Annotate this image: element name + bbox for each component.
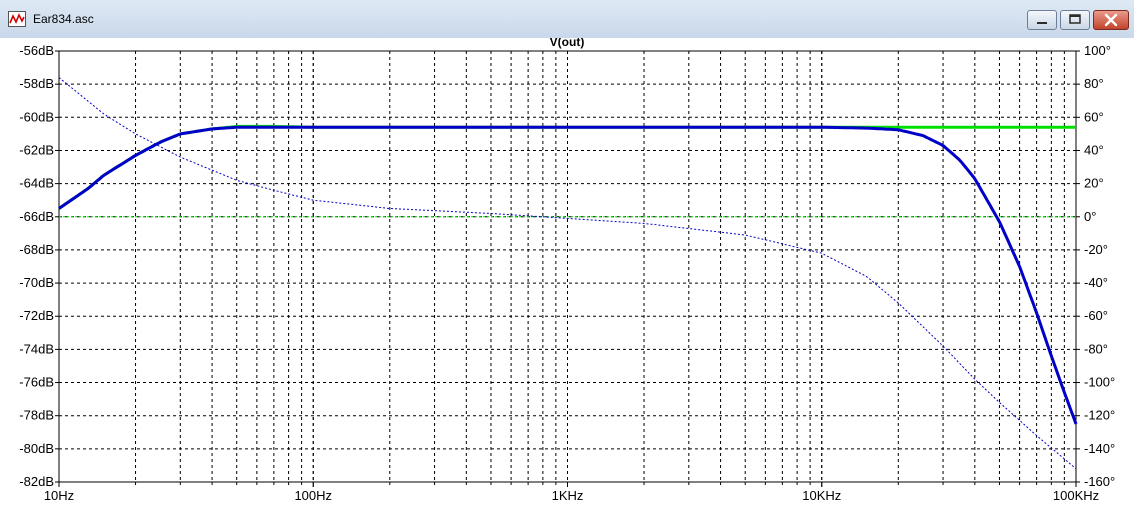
- title-bar[interactable]: Ear834.asc: [0, 0, 1134, 39]
- y-right-tick-label: 20°: [1084, 176, 1104, 191]
- y-left-tick-label: -66dB: [19, 209, 54, 224]
- y-right-tick-label: -140°: [1084, 441, 1115, 456]
- y-right-tick-label: -120°: [1084, 408, 1115, 423]
- restore-icon: [1069, 14, 1081, 24]
- x-tick-label: 10Hz: [44, 488, 74, 503]
- y-left-tick-label: -80dB: [19, 441, 54, 456]
- y-right-tick-label: 100°: [1084, 43, 1111, 58]
- y-left-tick-label: -72dB: [19, 308, 54, 323]
- plot-pane[interactable]: -56dB 100° -58dB 80° -60dB 60° -62dB 40° -64dB 20…: [0, 38, 1134, 518]
- y-right-tick-label: -160°: [1084, 474, 1115, 489]
- minimize-button[interactable]: [1027, 10, 1057, 30]
- y-left-tick-label: -82dB: [19, 474, 54, 489]
- y-right-tick-label: -100°: [1084, 375, 1115, 390]
- chart-title[interactable]: V(out): [550, 38, 585, 49]
- restore-button[interactable]: [1060, 10, 1090, 30]
- waveform-icon: [8, 11, 26, 27]
- y-left-tick-label: -60dB: [19, 109, 54, 124]
- y-left-tick-label: -70dB: [19, 275, 54, 290]
- y-right-tick-label: 80°: [1084, 76, 1104, 91]
- y-right-tick-label: 40°: [1084, 142, 1104, 157]
- y-left-tick-label: -56dB: [19, 43, 54, 58]
- minimize-icon: [1037, 22, 1047, 24]
- y-right-tick-label: -40°: [1084, 275, 1108, 290]
- y-right-tick-label: -80°: [1084, 341, 1108, 356]
- y-right-tick-label: 0°: [1084, 209, 1096, 224]
- y-left-tick-label: -64dB: [19, 176, 54, 191]
- y-left-tick-label: -58dB: [19, 76, 54, 91]
- x-tick-label: 1KHz: [552, 488, 584, 503]
- x-tick-label: 100KHz: [1053, 488, 1099, 503]
- x-tick-label: 100Hz: [294, 488, 332, 503]
- y-left-tick-label: -62dB: [19, 142, 54, 157]
- bode-plot[interactable]: -56dB 100° -58dB 80° -60dB 60° -62dB 40° -64dB 20…: [0, 38, 1134, 518]
- y-right-tick-label: -60°: [1084, 308, 1108, 323]
- y-left-tick-label: -68dB: [19, 242, 54, 257]
- app-window: Ear834.asc -56dB 100° -58dB 80° -60dB 60° -62d…: [0, 0, 1134, 518]
- y-right-tick-label: 60°: [1084, 109, 1104, 124]
- y-left-tick-label: -78dB: [19, 408, 54, 423]
- window-title: Ear834.asc: [33, 12, 94, 26]
- close-button[interactable]: [1093, 10, 1129, 30]
- x-tick-label: 10KHz: [802, 488, 841, 503]
- close-icon: [1104, 13, 1118, 27]
- y-left-tick-label: -76dB: [19, 375, 54, 390]
- y-right-tick-label: -20°: [1084, 242, 1108, 257]
- y-left-tick-label: -74dB: [19, 341, 54, 356]
